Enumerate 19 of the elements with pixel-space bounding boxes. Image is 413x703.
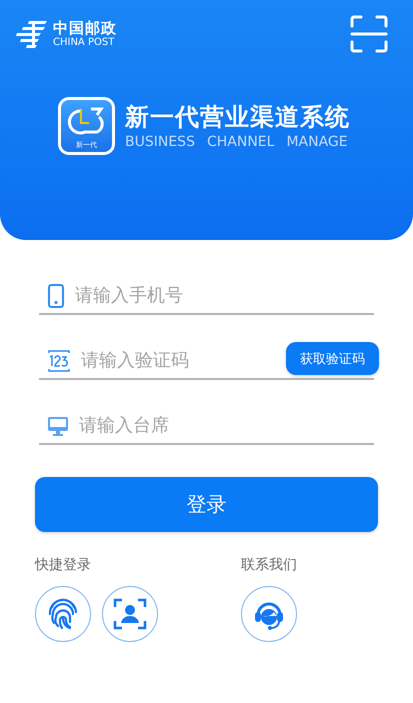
phone-icon xyxy=(47,284,65,308)
contact-label: 联系我们 xyxy=(241,556,297,574)
quick-login-label: 快捷登录 xyxy=(35,556,92,574)
input-field[interactable]: 请输入验证码 xyxy=(81,350,276,371)
get-code-button[interactable]: 获取验证码 xyxy=(286,342,379,375)
scan-icon[interactable] xyxy=(350,15,388,53)
app-subtitle: CHANNEL xyxy=(206,134,274,150)
post-logo-icon xyxy=(15,19,48,50)
app-subtitle: MANAGE xyxy=(286,134,348,150)
fingerprint-icon xyxy=(46,597,80,631)
digits-icon xyxy=(47,348,71,372)
app-title: 新一代营业渠道系统 xyxy=(125,102,350,132)
brand-name: 中国邮政 xyxy=(53,20,117,37)
input-field[interactable]: 请输入台席 xyxy=(79,415,374,436)
app-subtitle: BUSINESS xyxy=(125,134,195,150)
face-scan-icon xyxy=(113,597,147,631)
login-button[interactable]: 登录 xyxy=(35,477,378,532)
input-field[interactable]: 请输入手机号 xyxy=(75,285,374,306)
brand-name: CHINA POST xyxy=(53,37,116,49)
